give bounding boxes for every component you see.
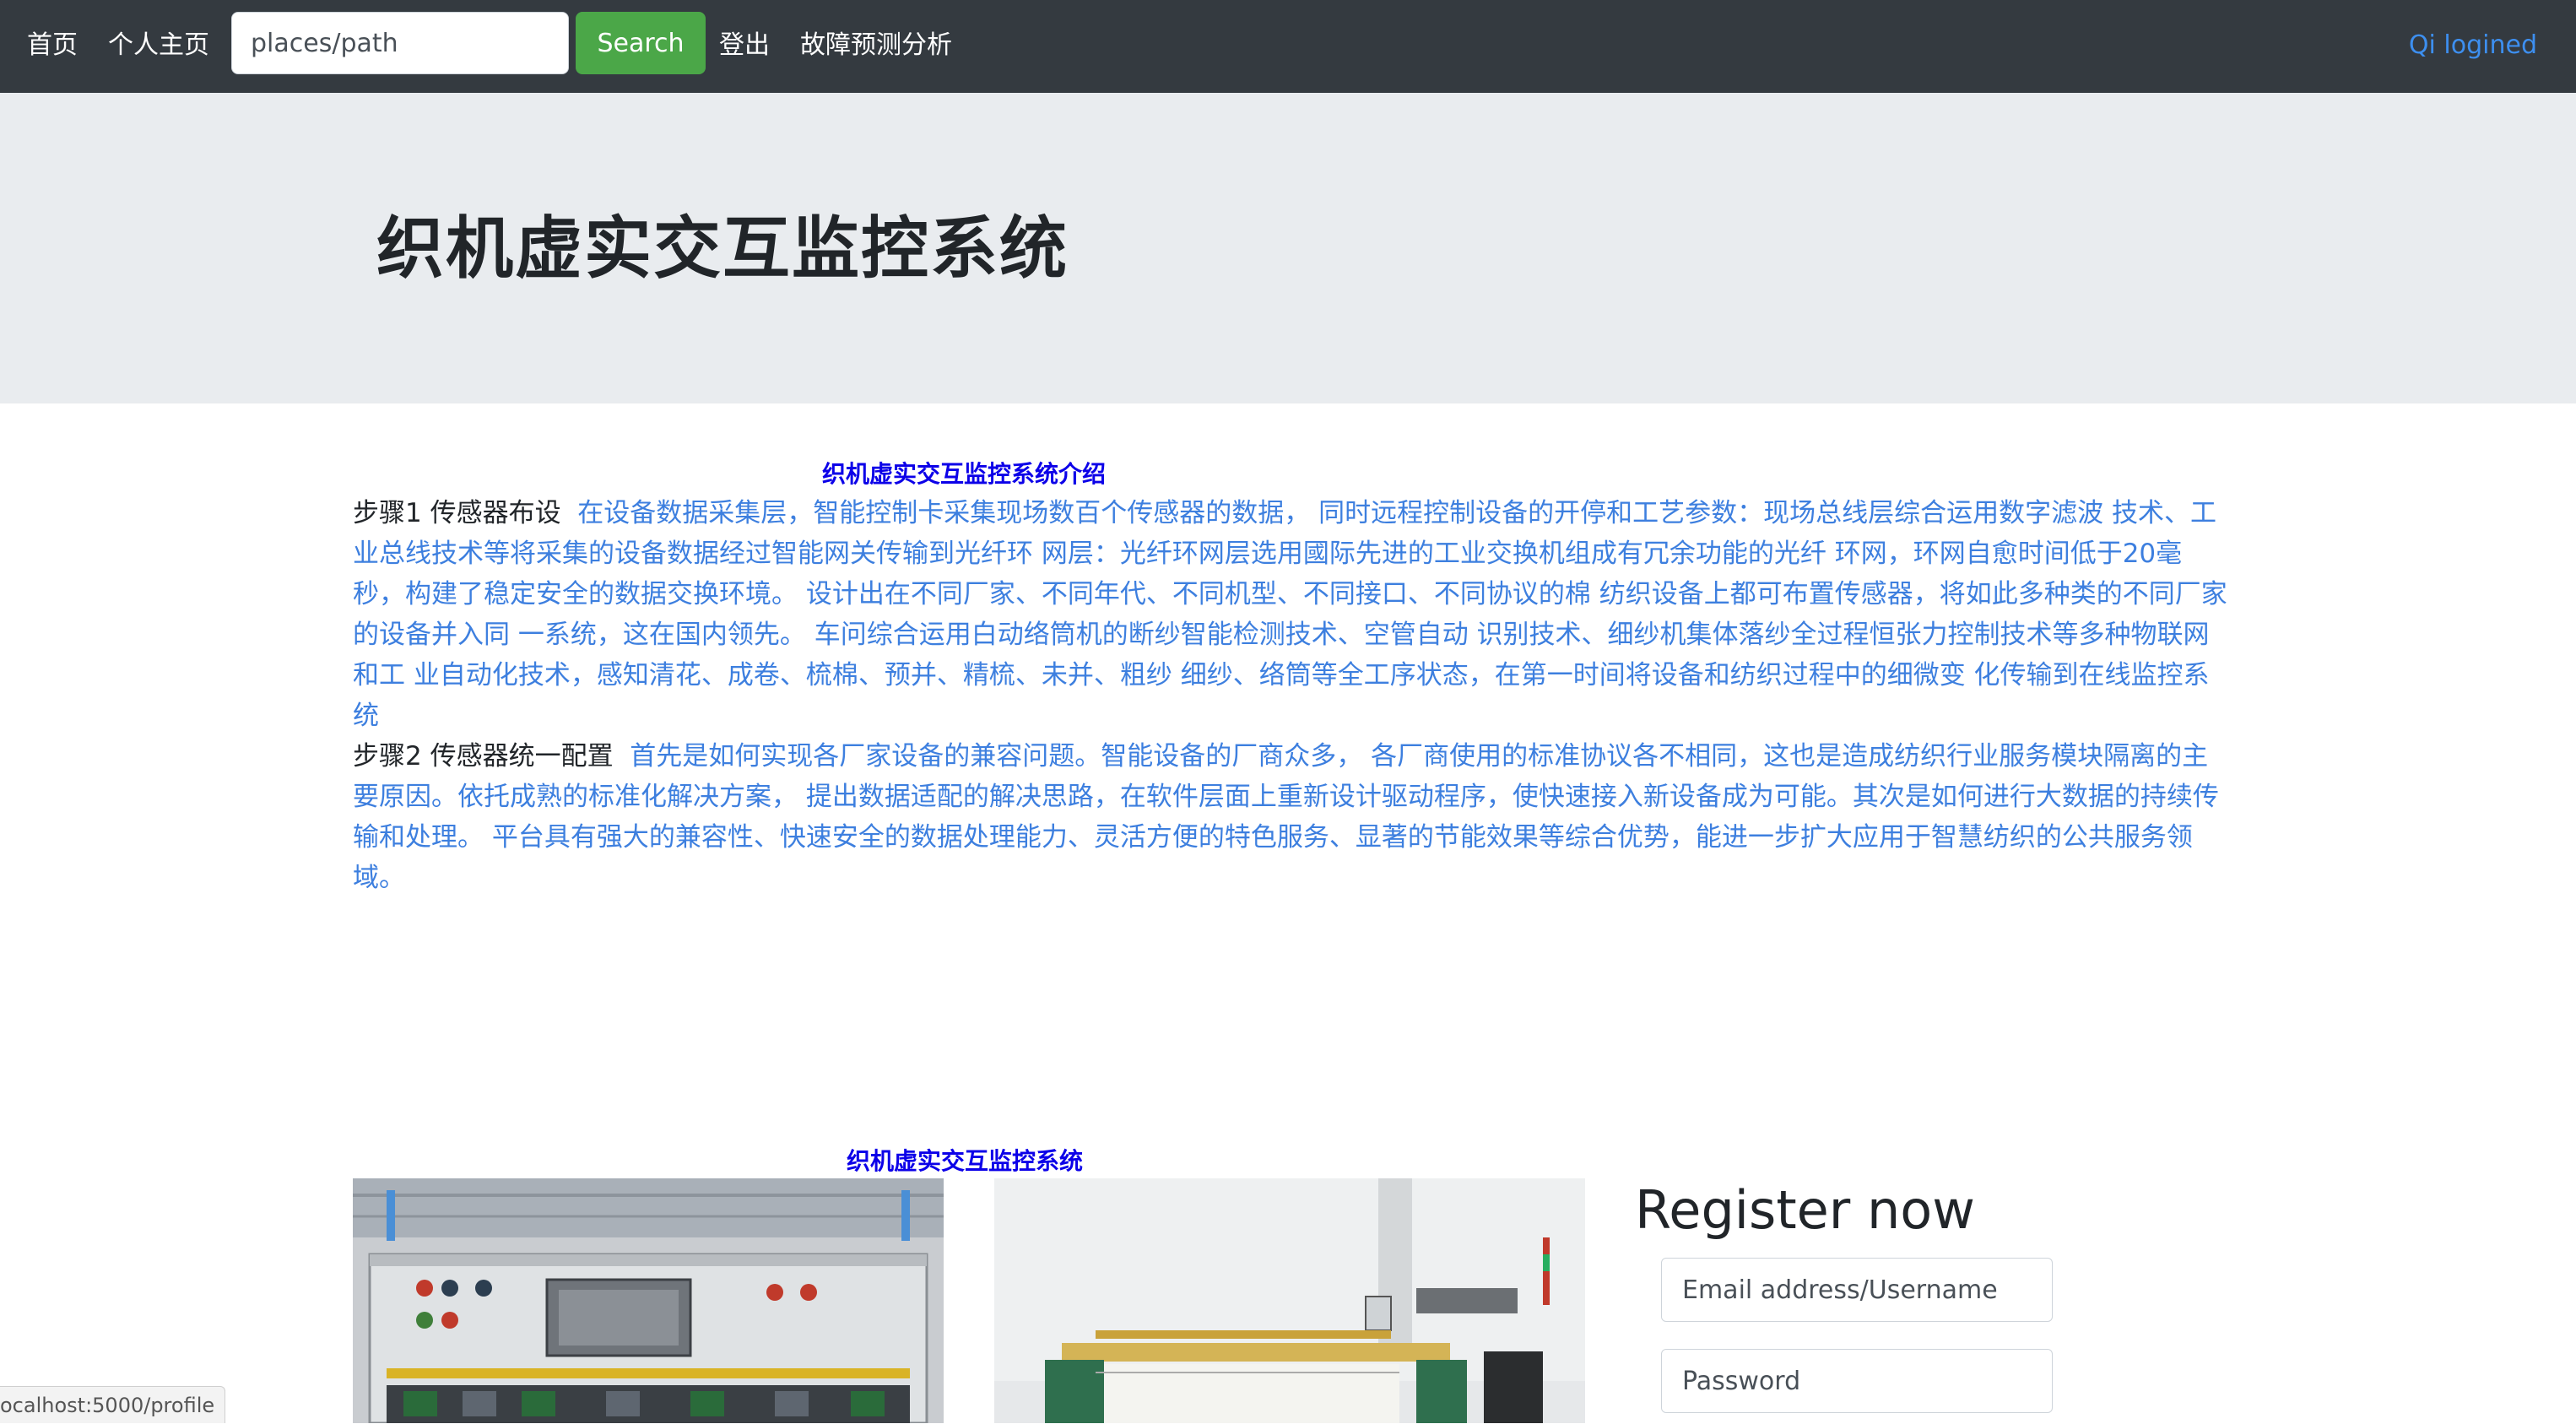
page-title: 织机虚实交互监控系统 xyxy=(376,209,1069,288)
loom-machine-image xyxy=(994,1178,1585,1423)
nav-profile-link[interactable]: 个人主页 xyxy=(108,24,209,68)
step1-text: 在设备数据采集层，智能控制卡采集现场数百个传感器的数据， 同时远程控制设备的开停… xyxy=(353,498,2227,731)
nav-fault-analysis-link[interactable]: 故障预测分析 xyxy=(800,24,952,68)
email-field[interactable] xyxy=(1661,1258,2053,1322)
register-title: Register now xyxy=(1635,1179,1975,1241)
control-cabinet-photo xyxy=(353,1178,944,1423)
search-input[interactable] xyxy=(231,12,569,74)
step2-text: 首先是如何实现各厂家设备的兼容问题。智能设备的厂商众多， 各厂商使用的标准协议各… xyxy=(353,741,2219,893)
nav-logout-link[interactable]: 登出 xyxy=(719,24,770,68)
browser-status-url: ocalhost:5000/profile xyxy=(0,1386,226,1423)
control-cabinet-image xyxy=(353,1178,944,1423)
intro-paragraph: 步骤1 传感器布设 在设备数据采集层，智能控制卡采集现场数百个传感器的数据， 同… xyxy=(353,493,2228,898)
gallery-heading: 织机虚实交互监控系统 xyxy=(847,1147,1084,1175)
hero-banner: 织机虚实交互监控系统 xyxy=(0,93,2576,403)
intro-heading: 织机虚实交互监控系统介绍 xyxy=(822,460,1107,488)
password-field[interactable] xyxy=(1661,1349,2053,1413)
nav-home-link[interactable]: 首页 xyxy=(27,24,78,68)
step1-label: 步骤1 传感器布设 xyxy=(353,498,561,528)
search-button[interactable]: Search xyxy=(576,12,706,74)
top-navbar: 首页 个人主页 Search 登出 故障预测分析 Qi logined xyxy=(0,0,2576,93)
step2-label: 步骤2 传感器统一配置 xyxy=(353,741,614,772)
user-status-link[interactable]: Qi logined xyxy=(2409,24,2537,68)
loom-machine-photo xyxy=(994,1178,1585,1423)
